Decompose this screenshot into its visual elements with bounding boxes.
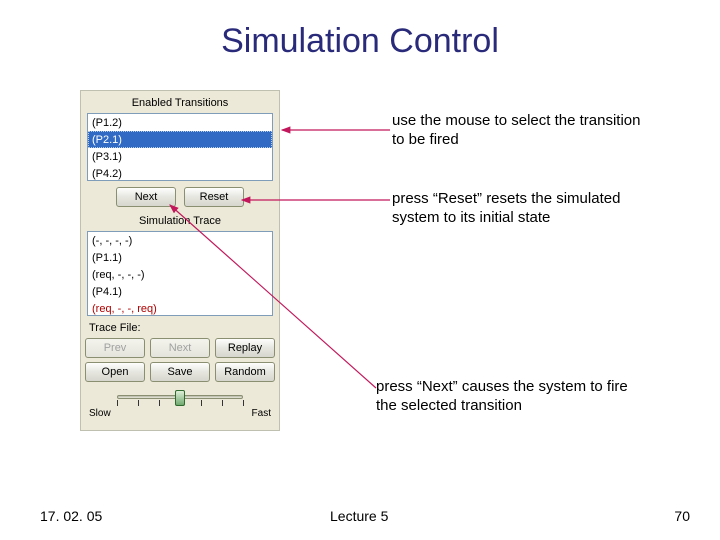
trace-file-label: Trace File: xyxy=(89,322,273,334)
fast-label: Fast xyxy=(252,408,271,419)
slow-label: Slow xyxy=(89,408,111,419)
enabled-transitions-list[interactable]: (P1.2)(P2.1)(P3.1)(P4.2) xyxy=(87,113,273,181)
prev-button[interactable]: Prev xyxy=(85,338,145,358)
trace-button-grid: PrevNextReplay OpenSaveRandom xyxy=(87,338,273,382)
slide-title: Simulation Control xyxy=(0,22,720,61)
list-item[interactable]: (P4.1) xyxy=(88,283,272,300)
annotation-reset: press “Reset” resets the simulated syste… xyxy=(392,190,652,228)
list-item[interactable]: (P1.2) xyxy=(88,114,272,131)
list-item[interactable]: (req, -, -, -) xyxy=(88,266,272,283)
reset-button[interactable]: Reset xyxy=(184,187,244,207)
list-item[interactable]: (P4.2) xyxy=(88,165,272,181)
slider-thumb[interactable] xyxy=(175,390,185,406)
open-button[interactable]: Open xyxy=(85,362,145,382)
annotation-select: use the mouse to select the transition t… xyxy=(392,112,652,150)
list-item[interactable]: (-, -, -, -) xyxy=(88,232,272,249)
footer-lecture: Lecture 5 xyxy=(330,508,388,524)
list-item[interactable]: (P2.1) xyxy=(88,131,272,148)
enabled-transitions-heading: Enabled Transitions xyxy=(87,95,273,113)
simulation-control-panel: Enabled Transitions (P1.2)(P2.1)(P3.1)(P… xyxy=(80,90,280,431)
footer-pagenum: 70 xyxy=(674,508,690,524)
list-item[interactable]: (P3.1) xyxy=(88,148,272,165)
random-button[interactable]: Random xyxy=(215,362,275,382)
simulation-trace-list[interactable]: (-, -, -, -)(P1.1)(req, -, -, -)(P4.1)(r… xyxy=(87,231,273,316)
save-button[interactable]: Save xyxy=(150,362,210,382)
annotation-next: press “Next” causes the system to fire t… xyxy=(376,378,636,416)
list-item[interactable]: (req, -, -, req) xyxy=(88,300,272,316)
speed-slider[interactable]: Slow Fast xyxy=(87,392,273,422)
list-item[interactable]: (P1.1) xyxy=(88,249,272,266)
replay-button[interactable]: Replay xyxy=(215,338,275,358)
simulation-trace-heading: Simulation Trace xyxy=(87,213,273,231)
next-button[interactable]: Next xyxy=(150,338,210,358)
footer-date: 17. 02. 05 xyxy=(40,508,102,524)
next-button[interactable]: Next xyxy=(116,187,176,207)
